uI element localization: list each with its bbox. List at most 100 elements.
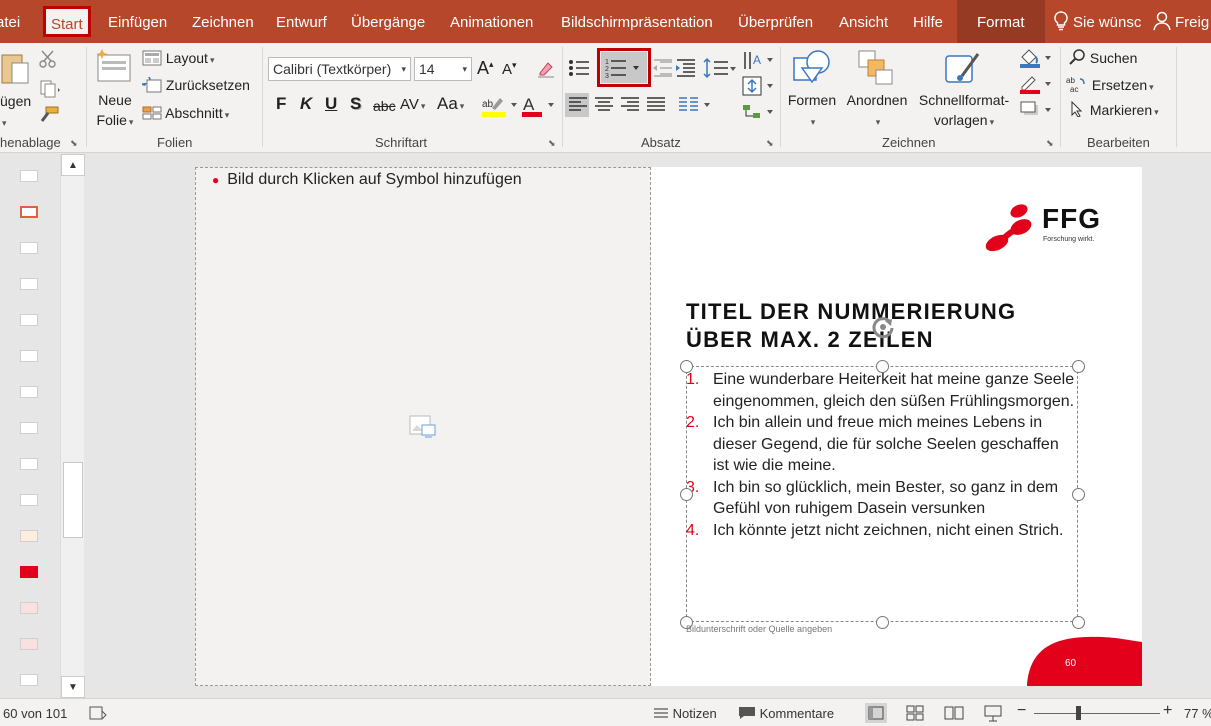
shape-effects-icon[interactable] [1018, 99, 1054, 121]
underline-button[interactable]: U [325, 94, 337, 114]
paste-icon[interactable] [0, 49, 30, 89]
scroll-down-icon[interactable]: ▼ [61, 676, 85, 698]
slide-thumbnail[interactable] [20, 314, 38, 326]
tab-transitions[interactable]: Übergänge [351, 0, 425, 43]
layout-button[interactable]: Layout ▾ [142, 50, 214, 66]
slide-thumbnail[interactable] [20, 170, 38, 182]
line-spacing-icon[interactable] [702, 57, 736, 79]
strikethrough-button[interactable]: abc [373, 98, 396, 114]
find-button[interactable]: Suchen [1068, 49, 1137, 66]
slide-thumbnail[interactable] [20, 602, 38, 614]
zoom-level[interactable]: 77 % [1184, 706, 1211, 721]
paste-dropdown-chevron[interactable]: ▾ [0, 113, 7, 129]
scrollbar-thumb[interactable] [63, 462, 83, 538]
resize-handle-right[interactable] [1072, 488, 1085, 501]
grow-font-icon[interactable]: A▴ [477, 58, 494, 79]
notes-button[interactable]: Notizen [653, 706, 717, 721]
replace-button[interactable]: ab ac Ersetzen ▾ [1066, 75, 1154, 94]
clipboard-launcher-icon[interactable]: ⬊ [70, 138, 78, 149]
share-button[interactable]: Freig [1153, 0, 1209, 43]
reset-button[interactable]: Zurücksetzen [139, 74, 250, 93]
quick-styles-icon[interactable] [942, 48, 982, 88]
tab-format[interactable]: Format [957, 0, 1045, 43]
resize-handle-bottom[interactable] [876, 616, 889, 629]
align-text-icon[interactable] [741, 75, 775, 97]
shrink-font-icon[interactable]: A▾ [502, 60, 517, 78]
tab-start[interactable]: Start [43, 6, 91, 37]
paragraph-launcher-icon[interactable]: ⬊ [766, 138, 774, 149]
quick-styles-button[interactable]: Schnellformat- vorlagen ▾ [914, 90, 1014, 132]
align-right-icon[interactable] [620, 96, 640, 114]
zoom-out-button[interactable]: − [1017, 702, 1026, 720]
spellcheck-icon[interactable] [88, 705, 108, 721]
slide-sorter-button[interactable] [904, 703, 926, 723]
select-button[interactable]: Markieren ▾ [1068, 100, 1159, 118]
resize-handle-top-right[interactable] [1072, 360, 1085, 373]
clear-formatting-icon[interactable] [536, 59, 556, 79]
normal-view-button[interactable] [865, 703, 887, 723]
format-painter-icon[interactable] [38, 105, 60, 123]
zoom-in-button[interactable]: + [1163, 702, 1172, 720]
tab-slideshow[interactable]: Bildschirmpräsentation [561, 0, 713, 43]
font-color-icon[interactable]: A [520, 94, 560, 118]
tell-me-search[interactable]: Sie wünsc [1053, 0, 1141, 43]
scroll-up-icon[interactable]: ▲ [61, 154, 85, 176]
reading-view-button[interactable] [943, 703, 965, 723]
slideshow-button[interactable] [982, 703, 1004, 723]
tab-view[interactable]: Ansicht [839, 0, 888, 43]
change-case-button[interactable]: Aa ▾ [437, 94, 464, 114]
slide-thumbnail[interactable] [20, 674, 38, 686]
zoom-slider-track[interactable] [1034, 713, 1160, 714]
tab-design[interactable]: Entwurf [276, 0, 327, 43]
bold-button[interactable]: F [276, 94, 286, 114]
shapes-button[interactable]: Formen ▾ [784, 90, 840, 132]
tab-animations[interactable]: Animationen [450, 0, 533, 43]
new-slide-icon[interactable] [94, 47, 134, 85]
shape-fill-icon[interactable] [1018, 47, 1054, 69]
resize-handle-top-left[interactable] [680, 360, 693, 373]
image-placeholder[interactable]: ● Bild durch Klicken auf Symbol hinzufüge… [195, 167, 651, 686]
font-size-combo[interactable]: 14 ▾ [414, 57, 472, 81]
paste-label[interactable]: ügen [0, 93, 31, 109]
font-launcher-icon[interactable]: ⬊ [548, 138, 556, 149]
italic-button[interactable]: K [300, 94, 312, 114]
text-direction-icon[interactable]: A [741, 49, 775, 71]
convert-to-smartart-icon[interactable] [741, 101, 775, 123]
rotate-handle-icon[interactable] [870, 314, 896, 340]
tab-help[interactable]: Hilfe [913, 0, 943, 43]
shape-outline-icon[interactable] [1018, 73, 1054, 95]
slide-title[interactable]: TITEL DER NUMMERIERUNG ÜBER MAX. 2 ZEILE… [686, 298, 1016, 354]
resize-handle-top[interactable] [876, 360, 889, 373]
bullets-icon[interactable] [568, 57, 590, 79]
numbered-list[interactable]: 1. Eine wunderbare Heiterkeit hat meine g… [686, 369, 1078, 541]
slide-thumbnail[interactable] [20, 278, 38, 290]
slide-thumbnail[interactable] [20, 422, 38, 434]
tab-file[interactable]: atei [0, 0, 20, 43]
slide-thumbnail[interactable] [20, 350, 38, 362]
thumbnail-scrollbar[interactable]: ▲ ▼ [60, 154, 85, 698]
new-slide-button[interactable]: Neue Folie ▾ [90, 90, 140, 132]
resize-handle-left[interactable] [680, 488, 693, 501]
slide-thumbnail[interactable] [20, 242, 38, 254]
copy-icon[interactable] [38, 79, 62, 99]
font-name-combo[interactable]: Calibri (Textkörper) ▾ [268, 57, 411, 81]
cut-icon[interactable] [38, 49, 58, 69]
align-left-icon[interactable] [568, 96, 588, 114]
slide-thumbnail[interactable] [20, 386, 38, 398]
tab-review[interactable]: Überprüfen [738, 0, 813, 43]
increase-indent-icon[interactable] [674, 57, 696, 79]
comments-button[interactable]: Kommentare [738, 706, 834, 721]
justify-icon[interactable] [646, 96, 666, 114]
drawing-launcher-icon[interactable]: ⬊ [1046, 138, 1054, 149]
columns-icon[interactable] [678, 96, 712, 114]
tab-insert[interactable]: Einfügen [108, 0, 167, 43]
slide-canvas[interactable]: ● Bild durch Klicken auf Symbol hinzufüge… [195, 167, 1142, 686]
insert-picture-icon[interactable] [409, 414, 437, 440]
slide-thumbnail-selected[interactable] [20, 206, 38, 218]
character-spacing-button[interactable]: AV ▾ [400, 96, 425, 113]
slide-thumbnail[interactable] [20, 458, 38, 470]
section-button[interactable]: Abschnitt ▾ [142, 105, 229, 121]
shadow-button[interactable]: S [350, 94, 361, 114]
decrease-indent-icon[interactable] [651, 57, 673, 79]
slide-thumbnail[interactable] [20, 530, 38, 542]
